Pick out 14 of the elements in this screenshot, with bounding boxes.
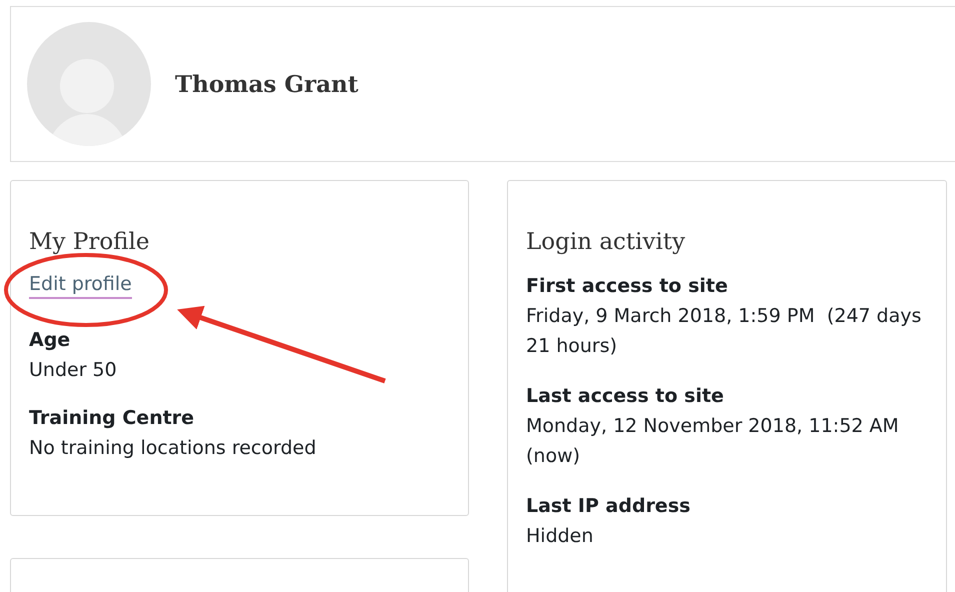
card-title: Login activity [526,228,686,257]
card-title: My Profile [29,228,150,257]
field-value: No training locations recorded [29,436,318,461]
field-label: Training Centre [29,406,196,431]
field-value: Monday, 12 November 2018, 11:52 AM (now) [526,414,900,469]
field-label: First access to site [526,274,729,299]
field-label: Age [29,328,72,353]
edit-profile-link[interactable]: Edit profile [29,271,132,299]
field-value: Hidden [526,524,594,549]
field-label: Last access to site [526,384,725,409]
user-name: Thomas Grant [175,70,358,98]
field-value: Friday, 9 March 2018, 1:59 PM (247 days 21 hours) [526,304,922,359]
field-value: Under 50 [29,358,118,383]
field-label: Last IP address [526,494,692,519]
